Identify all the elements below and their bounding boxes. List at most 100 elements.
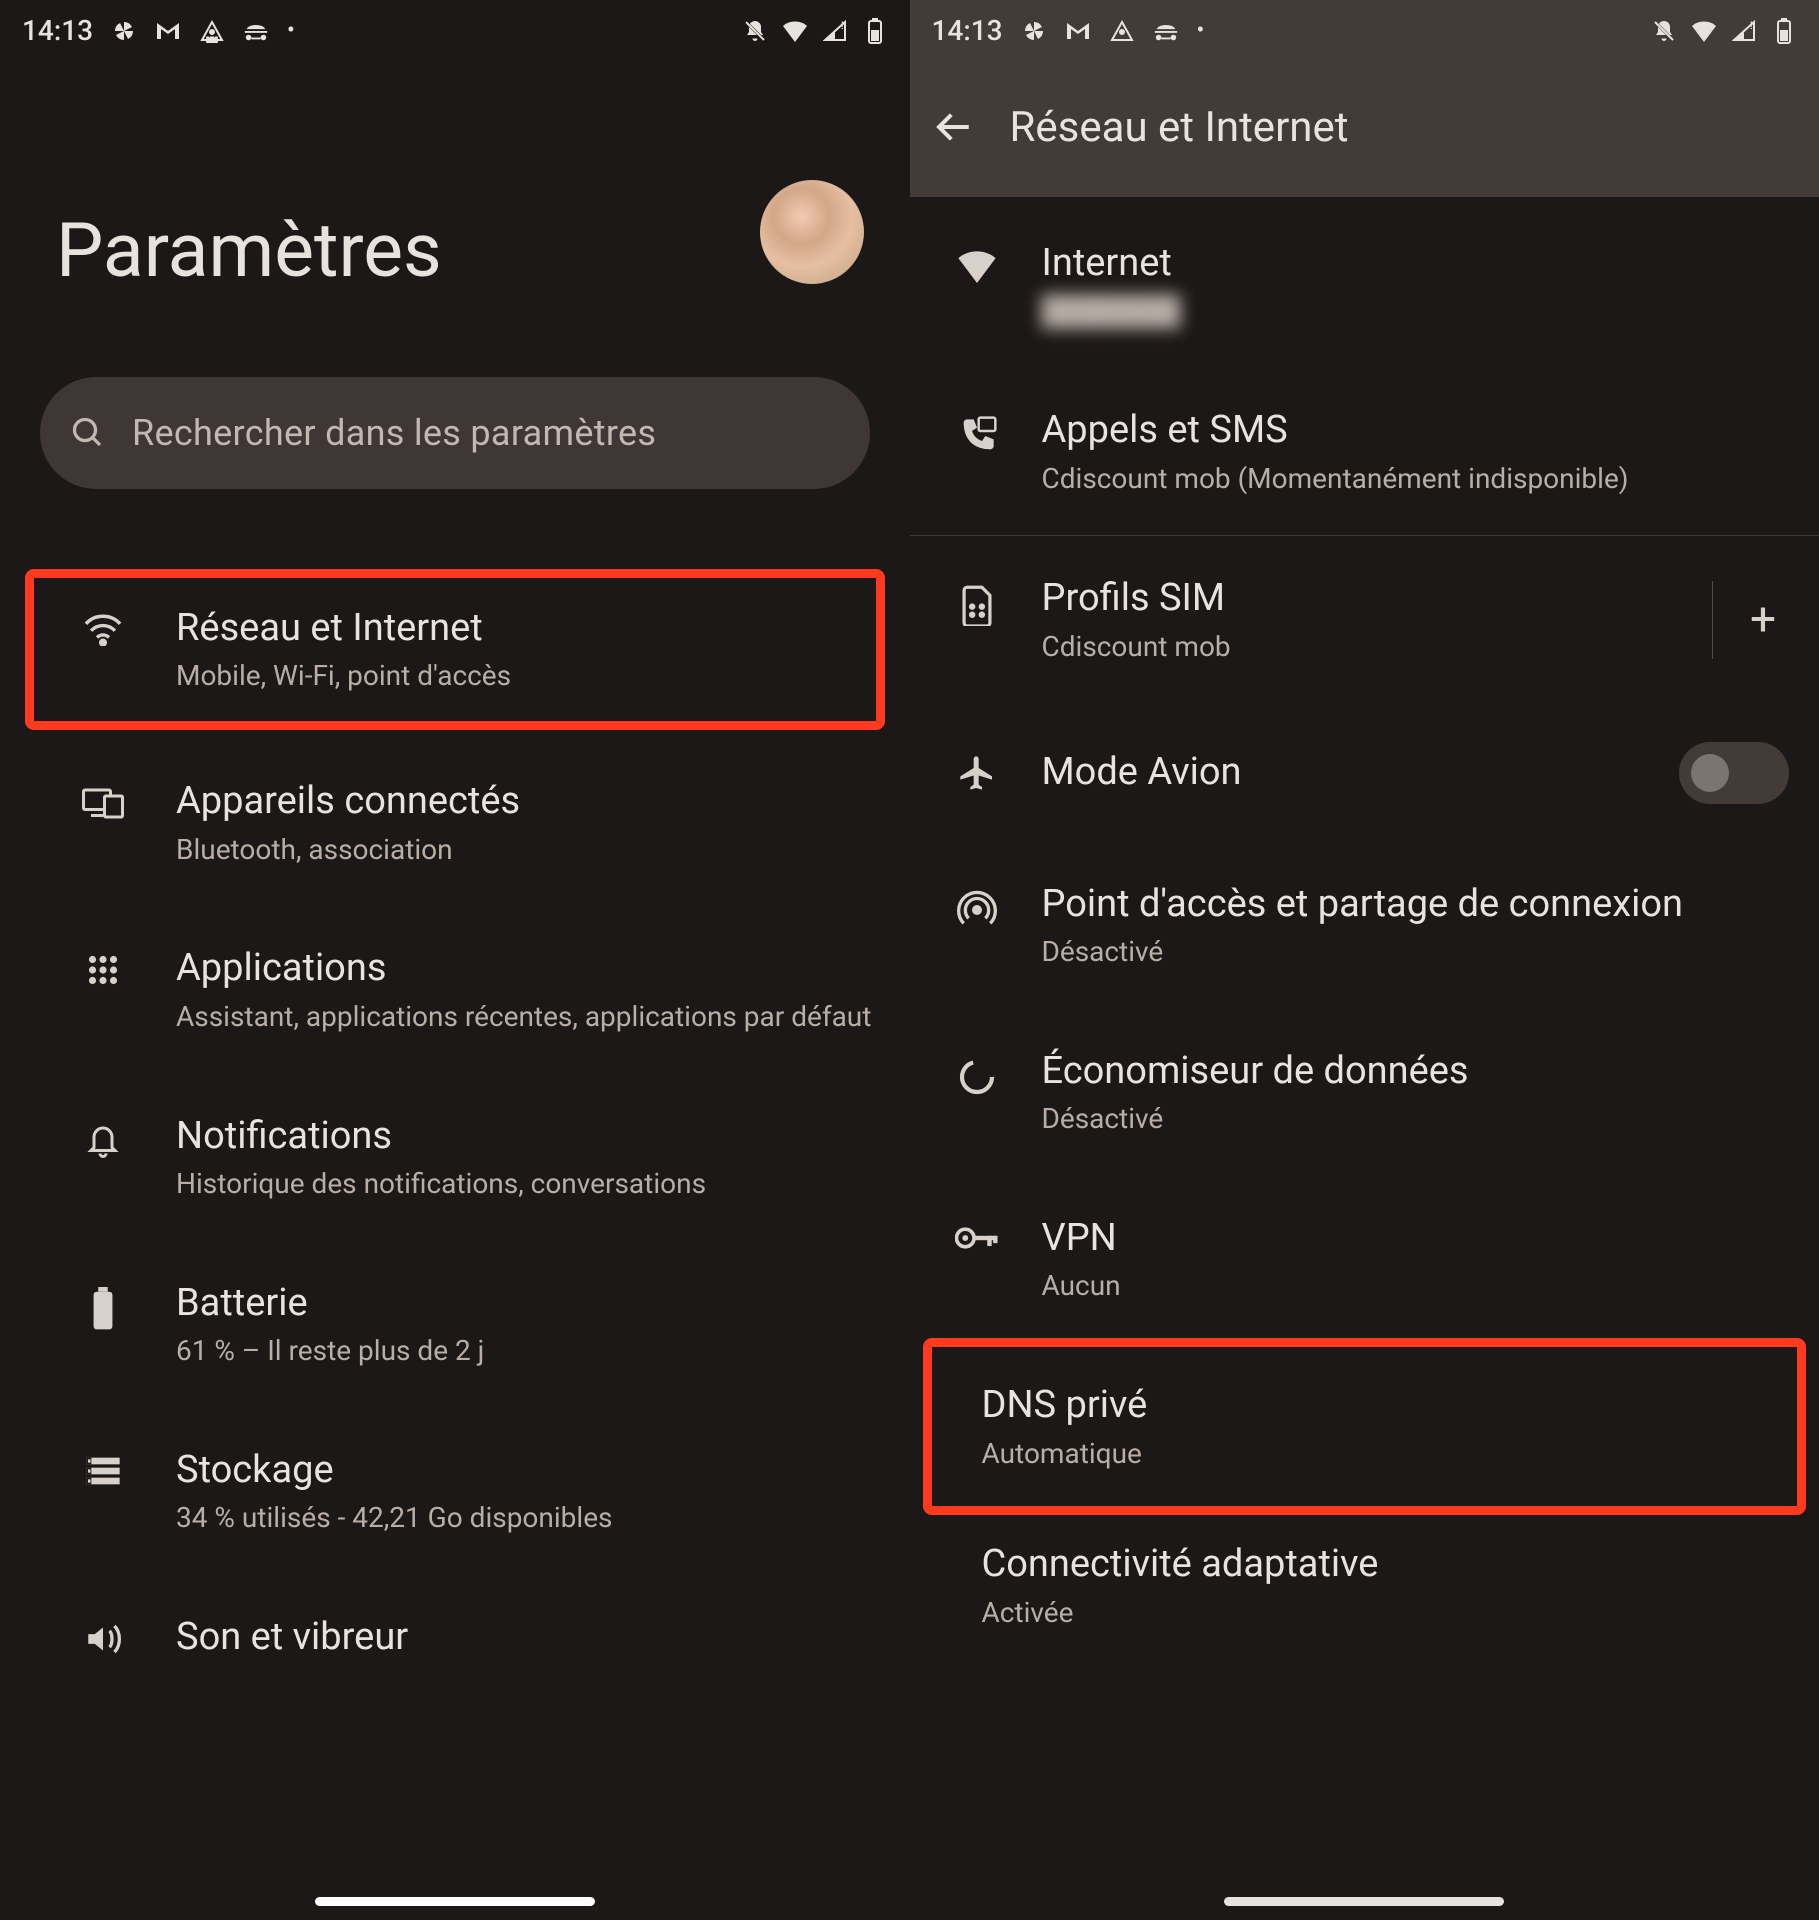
row-subtitle: Historique des notifications, conversati… xyxy=(176,1165,880,1203)
row-notifications[interactable]: Notifications Historique des notificatio… xyxy=(0,1074,910,1241)
battery-icon xyxy=(78,1279,128,1331)
clock: 14:13 xyxy=(22,14,93,47)
status-left: 14:13 MM • xyxy=(22,14,295,47)
bell-off-icon xyxy=(742,18,768,44)
sim-icon xyxy=(952,574,1002,626)
row-subtitle: 61 % – Il reste plus de 2 j xyxy=(176,1332,880,1370)
row-subtitle: Cdiscount mob (Momentanément indisponibl… xyxy=(1042,460,1770,498)
gesture-bar[interactable] xyxy=(1224,1897,1504,1906)
status-bar: 14:13 MM • ! xyxy=(0,0,910,57)
svg-text:!: ! xyxy=(1750,21,1753,32)
pinwheel-icon xyxy=(111,18,137,44)
airplane-icon xyxy=(952,753,1002,793)
network-settings-screen: 14:13 • ! xyxy=(910,0,1819,1920)
back-icon[interactable] xyxy=(932,106,974,148)
gmail-icon xyxy=(155,18,181,44)
search-placeholder: Rechercher dans les paramètres xyxy=(132,412,656,454)
volume-icon xyxy=(78,1613,128,1657)
app-bar: Réseau et Internet xyxy=(910,57,1819,197)
battery-icon xyxy=(862,18,888,44)
row-title: Appels et SMS xyxy=(1042,406,1770,455)
battery-icon xyxy=(1771,18,1797,44)
row-subtitle: ███████ xyxy=(1042,292,1770,330)
wifi-icon xyxy=(782,18,808,44)
apps-grid-icon xyxy=(78,944,128,988)
row-trailing: + xyxy=(1712,581,1789,659)
row-title: Applications xyxy=(176,944,880,993)
phone-sms-icon xyxy=(952,406,1002,456)
triangle-person-icon: MM xyxy=(199,18,225,44)
row-battery[interactable]: Batterie 61 % – Il reste plus de 2 j xyxy=(0,1241,910,1408)
wifi-icon xyxy=(1691,18,1717,44)
devices-icon xyxy=(78,777,128,819)
row-sim-profiles[interactable]: Profils SIM Cdiscount mob + xyxy=(910,536,1819,703)
row-network[interactable]: Réseau et Internet Mobile, Wi-Fi, point … xyxy=(30,574,880,725)
row-private-dns[interactable]: DNS privé Automatique xyxy=(928,1343,1802,1510)
bell-off-icon xyxy=(1651,18,1677,44)
search-input[interactable]: Rechercher dans les paramètres xyxy=(40,377,870,489)
row-connected-devices[interactable]: Appareils connectés Bluetooth, associati… xyxy=(0,739,910,906)
row-title: Connectivité adaptative xyxy=(982,1540,1770,1589)
wifi-icon xyxy=(78,604,128,646)
add-sim-button[interactable]: + xyxy=(1737,593,1789,647)
row-title: Économiseur de données xyxy=(1042,1047,1770,1096)
settings-home-screen: 14:13 MM • ! xyxy=(0,0,910,1920)
row-subtitle: Mobile, Wi-Fi, point d'accès xyxy=(176,657,850,695)
row-subtitle: Automatique xyxy=(982,1435,1752,1473)
row-title: VPN xyxy=(1042,1214,1770,1263)
gmail-icon xyxy=(1065,18,1091,44)
settings-list: Réseau et Internet Mobile, Wi-Fi, point … xyxy=(0,489,910,1671)
triangle-person-icon xyxy=(1109,18,1135,44)
row-title: Réseau et Internet xyxy=(176,604,850,653)
row-calls-sms[interactable]: Appels et SMS Cdiscount mob (Momentanéme… xyxy=(910,368,1819,535)
status-bar: 14:13 • ! xyxy=(910,0,1819,57)
row-trailing xyxy=(1679,742,1789,804)
row-subtitle: Désactivé xyxy=(1042,933,1770,971)
row-title: Internet xyxy=(1042,239,1770,288)
row-title: Notifications xyxy=(176,1112,880,1161)
gesture-bar[interactable] xyxy=(315,1897,595,1906)
vertical-divider xyxy=(1712,581,1713,659)
row-internet[interactable]: Internet ███████ xyxy=(910,201,1819,368)
row-title: Batterie xyxy=(176,1279,880,1328)
data-saver-icon xyxy=(952,1047,1002,1097)
row-subtitle: Activée xyxy=(982,1594,1770,1632)
hotspot-icon xyxy=(952,880,1002,930)
status-right: ! xyxy=(742,18,888,44)
dot-icon: • xyxy=(287,18,295,43)
status-left: 14:13 • xyxy=(932,14,1205,47)
vpn-key-icon xyxy=(952,1214,1002,1252)
status-right: ! xyxy=(1651,18,1797,44)
row-storage[interactable]: Stockage 34 % utilisés - 42,21 Go dispon… xyxy=(0,1408,910,1575)
row-hotspot[interactable]: Point d'accès et partage de connexion Dé… xyxy=(910,842,1819,1009)
dot-icon: • xyxy=(1197,18,1205,43)
row-title: Profils SIM xyxy=(1042,574,1653,623)
row-title: Point d'accès et partage de connexion xyxy=(1042,880,1770,929)
svg-text:MM: MM xyxy=(207,37,218,43)
clock: 14:13 xyxy=(932,14,1003,47)
row-apps[interactable]: Applications Assistant, applications réc… xyxy=(0,906,910,1073)
storage-icon xyxy=(78,1446,128,1488)
search-icon xyxy=(70,415,106,451)
incognito-icon xyxy=(243,18,269,44)
signal-icon: ! xyxy=(1731,18,1757,44)
row-subtitle: Bluetooth, association xyxy=(176,831,880,869)
row-subtitle: 34 % utilisés - 42,21 Go disponibles xyxy=(176,1499,880,1537)
row-vpn[interactable]: VPN Aucun xyxy=(910,1176,1819,1343)
svg-text:!: ! xyxy=(841,21,844,32)
avatar[interactable] xyxy=(760,180,864,284)
row-sound[interactable]: Son et vibreur xyxy=(0,1575,910,1670)
row-title: DNS privé xyxy=(982,1381,1752,1430)
row-subtitle: Cdiscount mob xyxy=(1042,628,1653,666)
row-title: Stockage xyxy=(176,1446,880,1495)
row-subtitle: Aucun xyxy=(1042,1267,1770,1305)
row-data-saver[interactable]: Économiseur de données Désactivé xyxy=(910,1009,1819,1176)
row-subtitle: Assistant, applications récentes, applic… xyxy=(176,998,880,1036)
row-subtitle: Désactivé xyxy=(1042,1100,1770,1138)
airplane-toggle[interactable] xyxy=(1679,742,1789,804)
row-title: Mode Avion xyxy=(1042,748,1620,797)
row-adaptive-connectivity[interactable]: Connectivité adaptative Activée xyxy=(910,1510,1819,1669)
incognito-icon xyxy=(1153,18,1179,44)
screen-title: Réseau et Internet xyxy=(1010,103,1349,152)
row-airplane-mode[interactable]: Mode Avion xyxy=(910,704,1819,842)
